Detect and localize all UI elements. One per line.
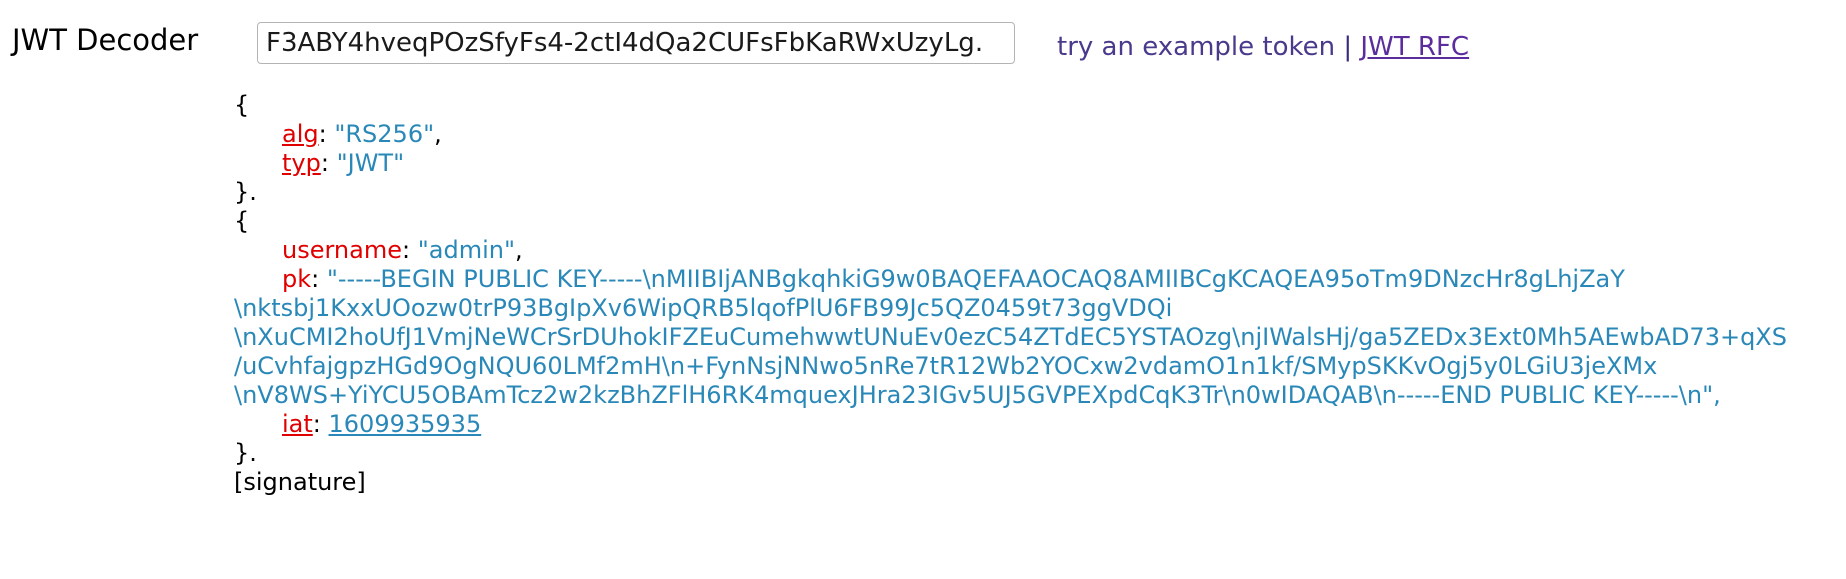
payload-pk-value-line: "-----BEGIN PUBLIC KEY-----\nMIIBIjANBgk… — [326, 265, 1625, 293]
payload-pk-value-line: \nktsbj1KxxUOozw0trP93BgIpXv6WipQRB5lqof… — [234, 294, 1173, 322]
payload-username-row: username: "admin", — [282, 236, 523, 264]
signature-label: [signature] — [234, 468, 366, 496]
payload-pk-row: pk: "-----BEGIN PUBLIC KEY-----\nMIIBIjA… — [282, 265, 1625, 293]
decoded-output: { alg: "RS256", typ: "JWT" }. { username… — [234, 91, 1787, 497]
payload-username-value: "admin" — [417, 236, 515, 264]
payload-username-key: username — [282, 236, 402, 264]
payload-pk-key: pk — [282, 265, 312, 293]
app-title: JWT Decoder — [12, 23, 199, 57]
header-alg-key[interactable]: alg — [282, 120, 319, 148]
jwt-decoder-page: JWT Decoder try an example token | JWT R… — [0, 0, 1846, 579]
token-input[interactable] — [257, 22, 1015, 64]
header-close-brace: }. — [234, 178, 257, 206]
top-links: try an example token | JWT RFC — [1057, 30, 1469, 64]
header-typ-row: typ: "JWT" — [282, 149, 405, 177]
payload-pk-value-line: \nXuCMI2hoUfJ1VmjNeWCrSrDUhokIFZEuCumehw… — [234, 323, 1787, 351]
payload-iat-key[interactable]: iat — [282, 410, 313, 438]
payload-open-brace: { — [234, 207, 250, 235]
header-typ-value: "JWT" — [336, 149, 405, 177]
payload-iat-row: iat: 1609935935 — [282, 410, 482, 438]
header-alg-value: "RS256" — [334, 120, 435, 148]
link-separator: | — [1343, 32, 1353, 62]
payload-iat-value[interactable]: 1609935935 — [329, 410, 482, 438]
payload-pk-value-line: /uCvhfajgpzHGd9OgNQU60LMf2mH\n+FynNsjNNw… — [234, 352, 1658, 380]
jwt-rfc-link[interactable]: JWT RFC — [1360, 32, 1469, 62]
header-typ-key[interactable]: typ — [282, 149, 321, 177]
payload-close-brace: }. — [234, 439, 257, 467]
header-open-brace: { — [234, 91, 250, 119]
payload-pk-value-line: \nV8WS+YiYCU5OBAmTcz2w2kzBhZFlH6RK4mquex… — [234, 381, 1721, 409]
header-alg-row: alg: "RS256", — [282, 120, 442, 148]
example-token-link[interactable]: try an example token — [1057, 32, 1335, 62]
